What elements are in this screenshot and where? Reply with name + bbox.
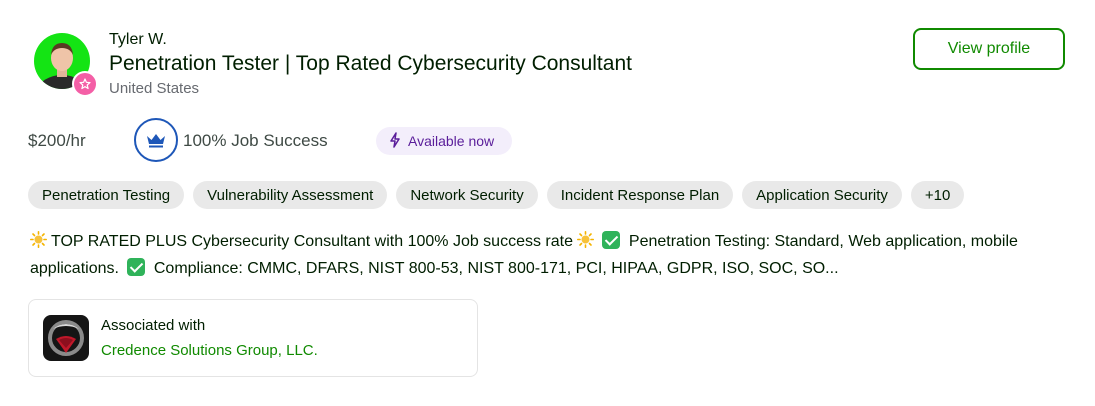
availability-text: Available now bbox=[408, 133, 495, 149]
check-mark-emoji-icon bbox=[127, 258, 146, 276]
profile-description[interactable]: TOP RATED PLUS Cybersecurity Consultant … bbox=[30, 228, 1070, 282]
more-skills-chip[interactable]: +10 bbox=[910, 181, 965, 209]
association-label: Associated with bbox=[101, 317, 206, 334]
job-success-score: 100% Job Success bbox=[183, 131, 328, 150]
hourly-rate: $200/hr bbox=[28, 131, 86, 150]
skill-chip[interactable]: Incident Response Plan bbox=[546, 181, 734, 209]
top-rated-plus-star-icon bbox=[72, 71, 98, 97]
description-text-3: Compliance: CMMC, DFARS, NIST 800-53, NI… bbox=[153, 260, 839, 277]
skill-chip[interactable]: Network Security bbox=[396, 181, 538, 209]
lightning-bolt-icon bbox=[390, 131, 400, 151]
agency-logo bbox=[43, 315, 89, 361]
skill-chip[interactable]: Vulnerability Assessment bbox=[193, 181, 388, 209]
skill-chip[interactable]: Application Security bbox=[742, 181, 902, 209]
skills-list: Penetration Testing Vulnerability Assess… bbox=[28, 181, 965, 209]
avatar[interactable] bbox=[34, 33, 98, 97]
availability-badge: Available now bbox=[376, 127, 512, 155]
agency-link[interactable]: Credence Solutions Group, LLC. bbox=[101, 342, 318, 359]
freelancer-location: United States bbox=[109, 80, 200, 97]
check-mark-emoji-icon bbox=[602, 231, 621, 249]
agency-association-box: Associated with Credence Solutions Group… bbox=[28, 299, 478, 377]
crown-icon bbox=[134, 118, 178, 162]
sun-emoji-icon bbox=[577, 230, 595, 249]
freelancer-name[interactable]: Tyler W. bbox=[109, 31, 167, 49]
description-text-1: TOP RATED PLUS Cybersecurity Consultant … bbox=[51, 233, 573, 250]
sun-emoji-icon bbox=[30, 230, 48, 249]
view-profile-button[interactable]: View profile bbox=[913, 28, 1065, 70]
skill-chip[interactable]: Penetration Testing bbox=[28, 181, 185, 209]
freelancer-title[interactable]: Penetration Tester | Top Rated Cybersecu… bbox=[109, 52, 632, 76]
freelancer-card: Tyler W. Penetration Tester | Top Rated … bbox=[0, 0, 1095, 406]
